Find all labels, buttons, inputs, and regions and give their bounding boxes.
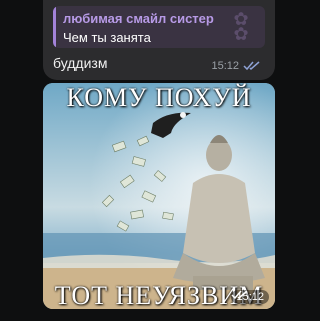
image-caption-top: КОМУ ПОХУЙ: [66, 83, 252, 112]
reply-text: Чем ты занята: [63, 30, 151, 45]
flower-pattern-icon: ✿ ✿: [233, 9, 249, 44]
chat-view: любимая смайл систер Чем ты занята ✿ ✿ бу…: [0, 0, 290, 321]
double-check-icon: [243, 61, 260, 71]
reply-quote[interactable]: любимая смайл систер Чем ты занята ✿ ✿: [53, 6, 265, 48]
reply-accent-bar: [53, 6, 56, 48]
message-text: буддизм: [53, 55, 108, 71]
image-meta: 15:12: [231, 290, 269, 304]
image-message[interactable]: КОМУ ПОХУЙ ТОТ НЕУЯЗВИМ 15:12: [43, 83, 275, 309]
message-photo: [43, 83, 275, 309]
message-meta: 15:12: [211, 60, 261, 72]
reply-author: любимая смайл систер: [63, 11, 214, 26]
message-time: 15:12: [211, 60, 239, 72]
message-bubble[interactable]: любимая смайл систер Чем ты занята ✿ ✿ бу…: [43, 0, 275, 80]
double-check-icon: [231, 290, 248, 300]
